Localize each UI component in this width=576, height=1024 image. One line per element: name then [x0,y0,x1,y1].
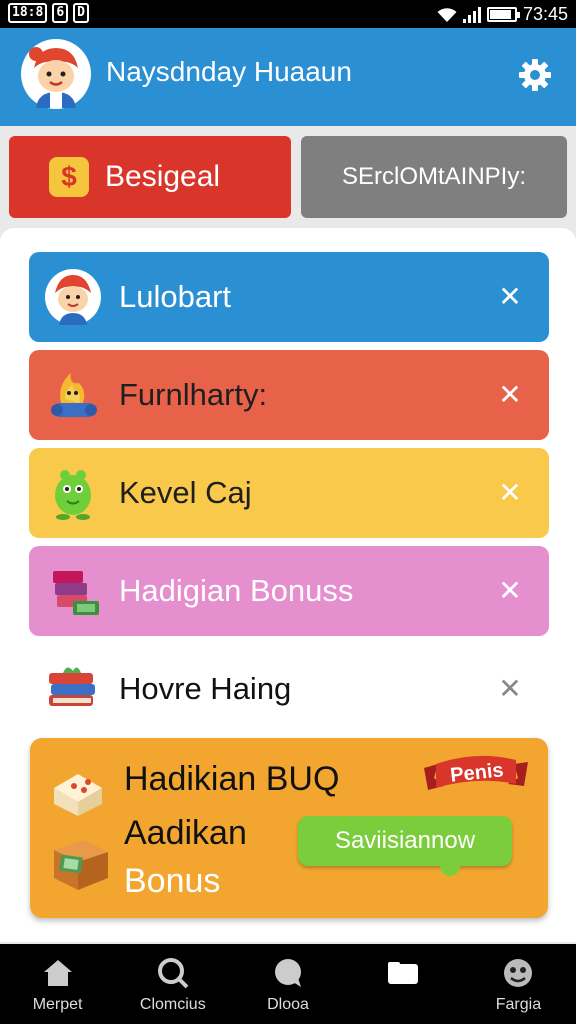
bonus-card[interactable]: Hadikian BUQ Aadikan Bonus Penis Saviisi… [30,738,548,918]
notification-chip: D [73,3,89,23]
nav-label: Merpet [32,996,83,1013]
fire-creature-icon [51,373,97,417]
gear-icon[interactable] [518,58,552,92]
nav-label: Fargia [495,996,542,1013]
list-item-label: Hadigian Bonuss [119,573,354,608]
profile-icon [504,959,533,987]
list-item[interactable]: Kevel Caj ✕ [29,448,549,538]
book-stack-icon [49,667,95,706]
bonus-title: Hadikian BUQ [124,760,340,798]
primary-button-label: Besigeal [105,160,221,193]
list-item[interactable]: Hovre Haing ✕ [29,644,549,734]
home-icon [43,960,72,986]
nav-label: Dlooa [267,996,309,1013]
status-notifications: 18:8 6 D [8,3,89,23]
folder-icon [388,962,419,984]
money-box-icon [54,840,108,890]
books-icon [53,571,99,615]
clock: 73:45 [522,4,568,24]
list-item[interactable]: Furnlharty: ✕ [29,350,549,440]
secondary-button[interactable]: SErclOMtAINPIy: [301,136,567,218]
nav-profile[interactable]: Fargia [461,944,576,1024]
dollar-icon: $ [49,157,89,197]
list-item[interactable]: Hadigian Bonuss ✕ [29,546,549,636]
green-creature-icon [55,470,91,520]
app-title: Naysdnday Huaaun [106,56,352,87]
nav-chat[interactable]: Dlooa [230,944,345,1024]
status-bar: 18:8 6 D 73:45 [0,0,576,28]
list-item[interactable]: Lulobart ✕ [29,252,549,342]
status-right: 73:45 [437,4,568,25]
bonus-label: Bonus [124,862,221,900]
wifi-icon [437,7,457,22]
chat-icon [275,959,301,987]
list-item-label: Lulobart [119,279,232,314]
nav-label: Clomcius [139,996,206,1013]
list-item-label: Hovre Haing [119,671,292,706]
close-icon[interactable]: ✕ [495,380,525,410]
notification-chip: 6 [52,3,69,23]
list-item-label: Kevel Caj [119,475,252,510]
nav-search[interactable]: Clomcius [115,944,230,1024]
app-header: Naysdnday Huaaun [0,28,576,126]
mascot-avatar-icon[interactable] [20,38,92,110]
list-item-label: Furnlharty: [119,377,268,412]
save-now-button[interactable]: Saviisiannow [298,816,512,876]
close-icon[interactable]: ✕ [495,576,525,606]
notification-chip: 18:8 [8,3,48,23]
nav-folder[interactable] [346,944,461,1024]
bonus-subtitle: Aadikan [124,814,247,852]
battery-icon [486,7,520,22]
close-icon[interactable]: ✕ [495,478,525,508]
gift-box-icon [54,774,102,816]
signal-icon [462,6,481,23]
close-icon[interactable]: ✕ [495,282,525,312]
primary-button[interactable]: $ Besigeal [9,136,291,218]
nav-home[interactable]: Merpet [0,944,115,1024]
mascot-icon [45,269,101,325]
bottom-nav: Merpet Clomcius Dlooa Fargia [0,944,576,1024]
search-icon [157,958,189,989]
close-icon[interactable]: ✕ [495,674,525,704]
